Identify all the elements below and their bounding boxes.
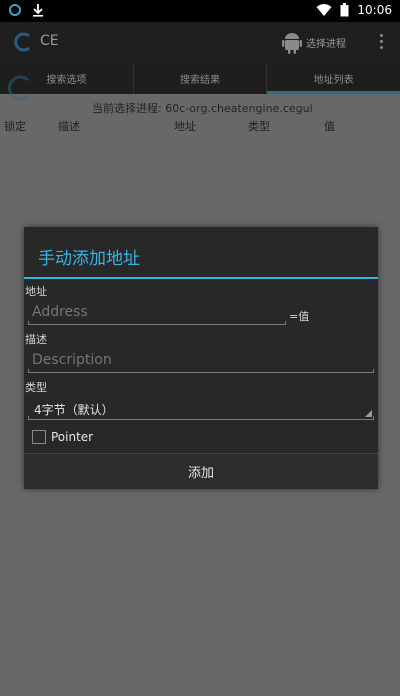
overflow-menu-icon[interactable]	[376, 31, 386, 53]
status-bar: 10:06	[0, 0, 400, 22]
address-input[interactable]	[32, 301, 284, 323]
pointer-checkbox[interactable]	[32, 430, 46, 444]
type-spinner[interactable]: 4字节（默认）	[34, 401, 114, 418]
app-title: CE	[40, 33, 59, 49]
address-label: 地址	[25, 285, 47, 298]
address-underline	[28, 321, 286, 325]
tab-address-list[interactable]: 地址列表	[267, 62, 400, 94]
add-address-dialog: 手动添加地址 地址 =值 描述 类型 4字节（默认） Pointer 添加	[24, 227, 378, 489]
description-label: 描述	[25, 333, 47, 346]
select-process-button[interactable]: 选择进程	[282, 28, 346, 56]
dialog-title: 手动添加地址	[38, 249, 140, 269]
wifi-icon	[316, 3, 332, 16]
column-address: 地址	[174, 120, 196, 133]
select-process-label: 选择进程	[306, 38, 346, 50]
column-type: 类型	[248, 120, 270, 133]
app-notification-icon	[9, 4, 21, 16]
column-description: 描述	[58, 120, 80, 133]
spinner-arrow-icon	[365, 410, 372, 417]
dialog-title-divider	[24, 277, 378, 279]
tab-search-results[interactable]: 搜索结果	[134, 62, 268, 94]
download-icon	[33, 4, 43, 17]
clock: 10:06	[357, 3, 392, 17]
tab-bar: 搜索选项 搜索结果 地址列表	[0, 62, 400, 94]
type-label: 类型	[25, 381, 47, 394]
cheat-engine-logo-icon	[14, 32, 30, 52]
column-lock: 锁定	[4, 120, 26, 133]
current-process-label: 当前选择进程: 60c-org.cheatengine.cegui	[92, 102, 313, 115]
equals-value-label: =值	[289, 310, 310, 323]
description-underline	[28, 369, 374, 373]
android-icon	[282, 33, 302, 54]
add-button[interactable]: 添加	[24, 453, 378, 489]
cheat-engine-watermark-icon	[8, 75, 30, 101]
battery-icon	[340, 3, 349, 17]
pointer-label: Pointer	[51, 430, 94, 444]
type-underline	[28, 416, 374, 420]
column-value: 值	[324, 120, 335, 133]
action-bar: CE 选择进程	[0, 22, 400, 62]
description-input[interactable]	[32, 349, 362, 371]
